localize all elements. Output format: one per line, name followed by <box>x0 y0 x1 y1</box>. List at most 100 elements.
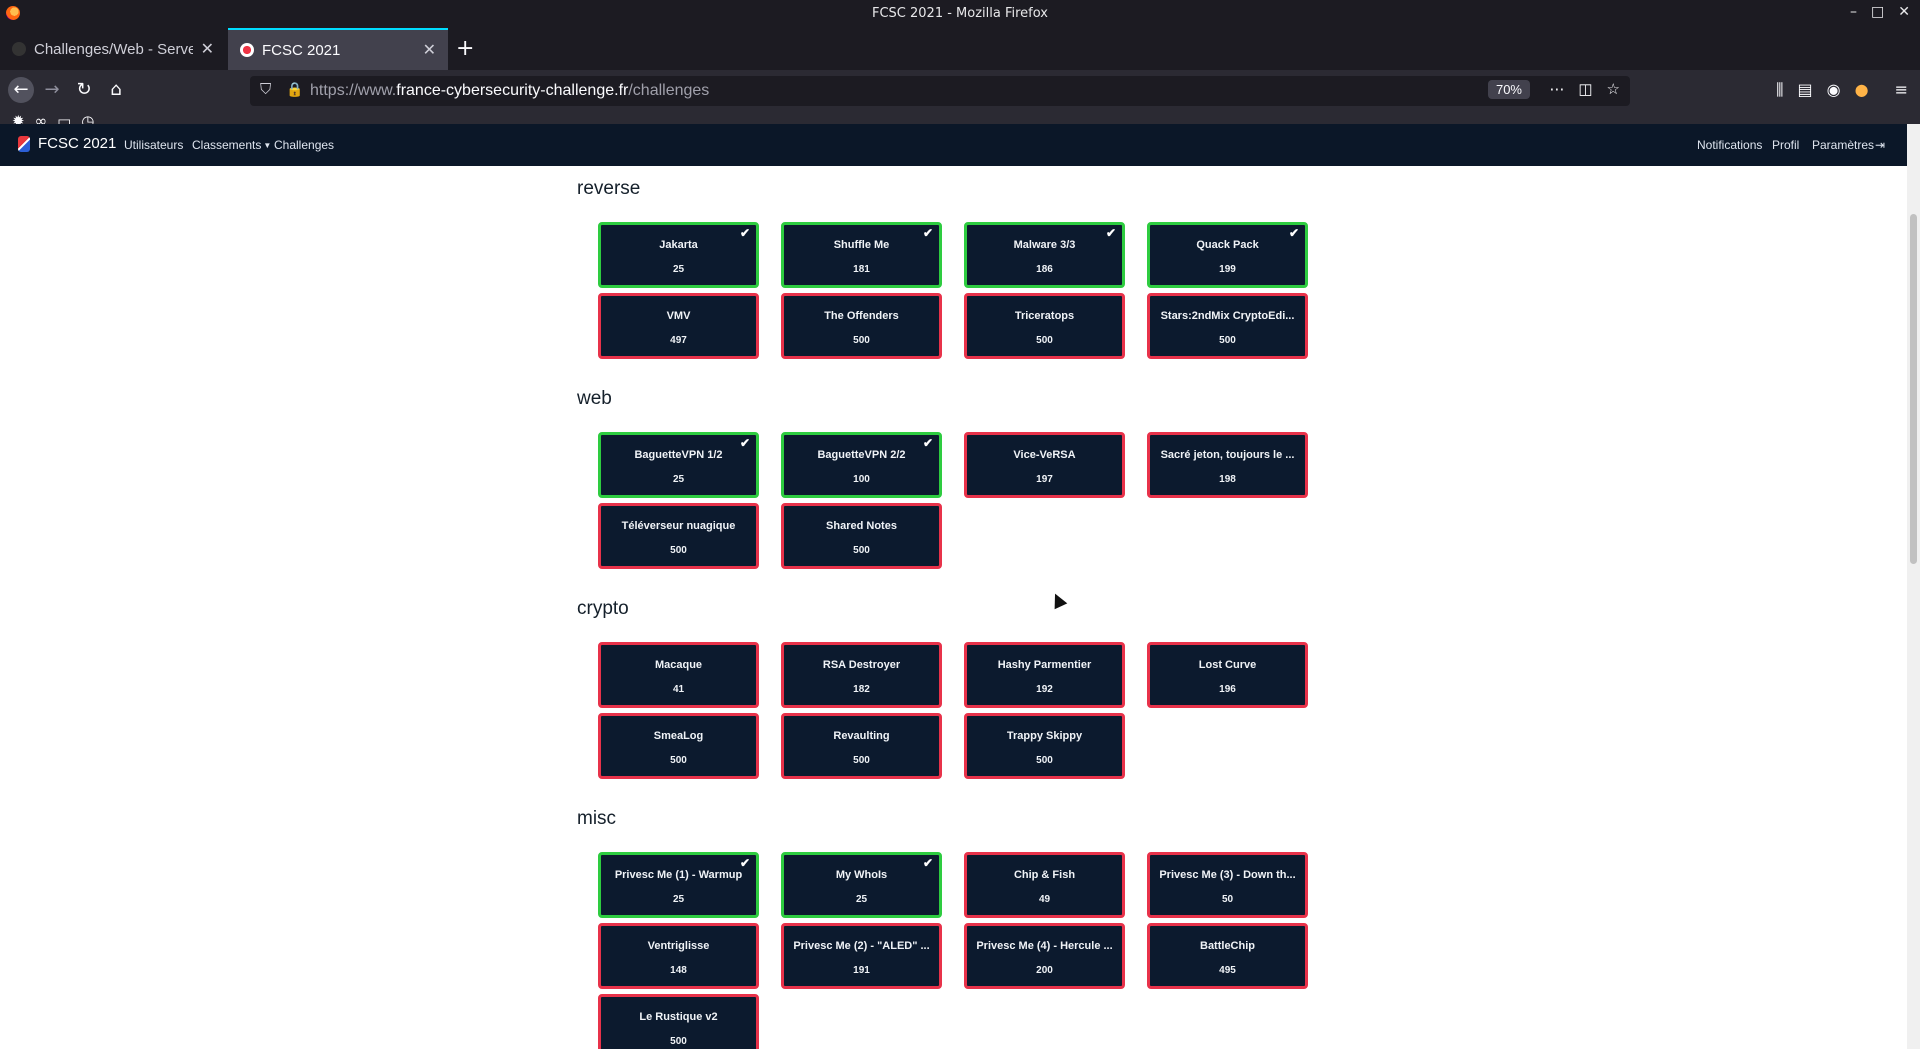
new-tab-icon[interactable]: + <box>456 36 474 62</box>
challenge-name: BaguetteVPN 1/2 <box>634 449 723 461</box>
challenge-card[interactable]: Téléverseur nuagique 500 <box>598 503 759 569</box>
toolbar-right: ⫼ ▤ ◉ ● ≡ <box>1776 80 1908 100</box>
close-window-icon[interactable]: ✕ <box>1898 4 1910 20</box>
library-icon[interactable]: ⫼ <box>1776 80 1783 100</box>
challenge-card[interactable]: Lost Curve 196 <box>1147 642 1308 708</box>
challenge-card[interactable]: BaguetteVPN 2/2 100 ✔ <box>781 432 942 498</box>
challenge-name: Hashy Parmentier <box>997 659 1092 671</box>
rooster-logo-icon <box>18 135 30 152</box>
reload-icon[interactable]: ↻ <box>72 80 96 100</box>
tab-favicon-icon <box>240 43 254 57</box>
zoom-level-button[interactable]: 70% <box>1487 80 1530 99</box>
nav-link-users[interactable]: Utilisateurs <box>124 138 183 152</box>
page-actions-menu-icon[interactable]: ⋯ <box>1549 80 1564 98</box>
challenge-card[interactable]: Le Rustique v2 500 <box>598 994 759 1049</box>
challenge-points: 100 <box>853 474 870 485</box>
extension-icon[interactable]: ● <box>1855 80 1869 100</box>
nav-link-notifications[interactable]: Notifications <box>1697 138 1762 152</box>
challenge-name: VMV <box>666 310 691 322</box>
challenge-name: Shuffle Me <box>833 239 890 251</box>
challenge-card[interactable]: Quack Pack 199 ✔ <box>1147 222 1308 288</box>
challenge-card[interactable]: BaguetteVPN 1/2 25 ✔ <box>598 432 759 498</box>
nav-link-rankings-label: Classements <box>192 138 262 152</box>
tab-label: FCSC 2021 <box>262 41 341 59</box>
browser-tab[interactable]: Challenges/Web - Server ✕ <box>0 28 226 70</box>
challenge-points: 25 <box>672 474 685 485</box>
challenge-card[interactable]: My WhoIs 25 ✔ <box>781 852 942 918</box>
challenge-points: 186 <box>1036 264 1053 275</box>
challenge-card[interactable]: Triceratops 500 <box>964 293 1125 359</box>
bookmark-star-icon[interactable]: ☆ <box>1607 80 1620 98</box>
nav-link-challenges[interactable]: Challenges <box>274 138 334 152</box>
challenge-name: Revaulting <box>833 730 890 742</box>
nav-link-profile[interactable]: Profil <box>1772 138 1799 152</box>
lock-icon[interactable]: 🔒 <box>286 81 303 98</box>
minimize-icon[interactable]: – <box>1850 4 1857 20</box>
home-icon[interactable]: ⌂ <box>104 80 128 100</box>
forward-icon[interactable]: → <box>40 80 64 100</box>
close-tab-icon[interactable]: ✕ <box>201 39 214 59</box>
challenge-card[interactable]: The Offenders 500 <box>781 293 942 359</box>
challenge-points: 495 <box>1219 965 1236 976</box>
challenge-card[interactable]: Hashy Parmentier 192 <box>964 642 1125 708</box>
challenge-card[interactable]: Vice-VeRSA 197 <box>964 432 1125 498</box>
sidebar-icon[interactable]: ▤ <box>1798 80 1813 100</box>
challenge-card[interactable]: Privesc Me (2) - "ALED" ... 191 <box>781 923 942 989</box>
url-path: /challenges <box>628 82 710 99</box>
challenge-card[interactable]: Jakarta 25 ✔ <box>598 222 759 288</box>
close-tab-icon[interactable]: ✕ <box>423 40 436 60</box>
challenge-points: 497 <box>670 335 687 346</box>
browser-tab-active[interactable]: FCSC 2021 ✕ <box>228 28 448 70</box>
challenge-points: 25 <box>855 894 868 905</box>
challenge-name: BattleChip <box>1200 940 1255 952</box>
account-icon[interactable]: ◉ <box>1827 80 1841 100</box>
challenge-name: Stars:2ndMix CryptoEdi... <box>1160 310 1295 322</box>
challenge-card[interactable]: Privesc Me (3) - Down th... 50 <box>1147 852 1308 918</box>
url-bar[interactable]: ⛉ 🔒 https://www.france-cybersecurity-cha… <box>250 76 1630 106</box>
challenge-name: Macaque <box>654 659 703 671</box>
logout-icon[interactable]: ⇥ <box>1875 138 1885 152</box>
challenge-points: 500 <box>1219 335 1236 346</box>
challenge-points: 25 <box>672 894 685 905</box>
challenge-card[interactable]: SmeaLog 500 <box>598 713 759 779</box>
challenge-card[interactable]: Shared Notes 500 <box>781 503 942 569</box>
challenge-points: 192 <box>1036 684 1053 695</box>
challenge-card[interactable]: Revaulting 500 <box>781 713 942 779</box>
url-text[interactable]: https://www.france-cybersecurity-challen… <box>310 82 709 100</box>
url-prefix: https://www. <box>310 82 397 99</box>
challenge-card[interactable]: Privesc Me (1) - Warmup 25 ✔ <box>598 852 759 918</box>
back-icon[interactable]: ← <box>8 77 34 103</box>
challenge-points: 500 <box>670 1036 687 1047</box>
challenge-card[interactable]: Malware 3/3 186 ✔ <box>964 222 1125 288</box>
challenge-card[interactable]: BattleChip 495 <box>1147 923 1308 989</box>
challenge-card[interactable]: Sacré jeton, toujours le ... 198 <box>1147 432 1308 498</box>
window-controls: – □ ✕ <box>1850 4 1910 20</box>
tracking-shield-icon[interactable]: ⛉ <box>260 81 271 98</box>
page-actions: ⋯ ◫ ☆ <box>1549 80 1620 98</box>
challenge-name: My WhoIs <box>835 869 888 881</box>
challenge-card[interactable]: Shuffle Me 181 ✔ <box>781 222 942 288</box>
maximize-icon[interactable]: □ <box>1871 4 1884 20</box>
solved-check-icon: ✔ <box>1105 226 1116 240</box>
scrollbar-thumb[interactable] <box>1910 214 1917 564</box>
challenge-card[interactable]: Privesc Me (4) - Hercule ... 200 <box>964 923 1125 989</box>
challenge-card[interactable]: VMV 497 <box>598 293 759 359</box>
challenge-card[interactable]: Ventriglisse 148 <box>598 923 759 989</box>
app-menu-icon[interactable]: ≡ <box>1895 80 1908 100</box>
challenge-card[interactable]: Stars:2ndMix CryptoEdi... 500 <box>1147 293 1308 359</box>
challenge-name: RSA Destroyer <box>822 659 901 671</box>
challenge-card[interactable]: Trappy Skippy 500 <box>964 713 1125 779</box>
nav-link-settings[interactable]: Paramètres <box>1812 138 1874 152</box>
challenge-card[interactable]: Macaque 41 <box>598 642 759 708</box>
solved-check-icon: ✔ <box>739 856 750 870</box>
site-brand[interactable]: FCSC 2021 <box>18 135 116 152</box>
window-titlebar: FCSC 2021 - Mozilla Firefox – □ ✕ <box>0 0 1920 28</box>
challenge-card[interactable]: RSA Destroyer 182 <box>781 642 942 708</box>
challenge-card[interactable]: Chip & Fish 49 <box>964 852 1125 918</box>
challenge-points: 181 <box>853 264 870 275</box>
tab-strip: Challenges/Web - Server ✕ FCSC 2021 ✕ + <box>0 28 1920 70</box>
pocket-icon[interactable]: ◫ <box>1578 80 1592 98</box>
page-scrollbar[interactable] <box>1907 124 1920 1049</box>
nav-link-rankings[interactable]: Classements ▼ <box>192 138 271 152</box>
challenge-name: Triceratops <box>1014 310 1075 322</box>
